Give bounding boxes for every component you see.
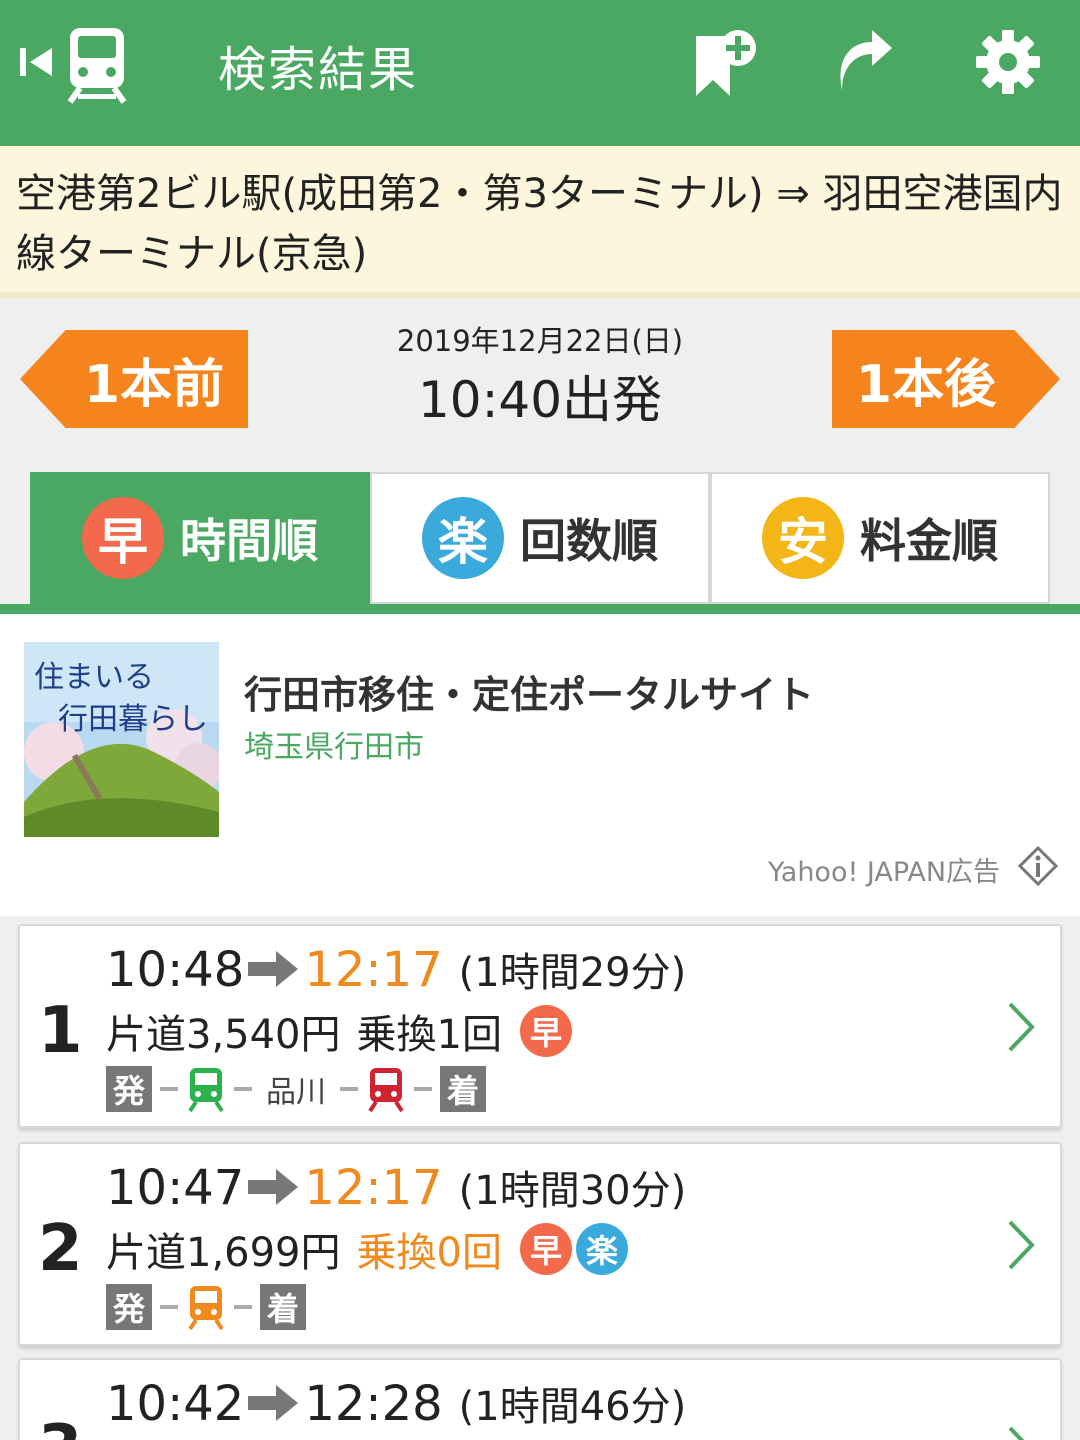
fast-icon: 早 [82, 497, 164, 579]
transfers: 乗換1回 [356, 1012, 502, 1058]
result-rank: 3 [38, 1412, 83, 1440]
arrival-marker: 着 [440, 1066, 486, 1112]
fare: 片道1,699円 [106, 1230, 341, 1276]
train-green-icon [188, 1068, 224, 1112]
chevron-right-icon [1008, 1220, 1035, 1270]
previous-train-button[interactable]: 1本前 [20, 330, 248, 428]
ad-image-text-2: 行田暮らし [58, 702, 208, 737]
fare-row: 片道3,540円 乗換1回 早 [106, 1002, 572, 1060]
tab-label: 時間順 [180, 514, 318, 568]
transfers: 乗換0回 [356, 1230, 502, 1276]
depart-time: 10:42 [106, 1376, 245, 1432]
share-button[interactable] [834, 30, 894, 92]
info-icon[interactable] [1018, 846, 1058, 886]
route-summary: 空港第2ビル駅(成田第2・第3ターミナル) ⇒ 羽田空港国内線ターミナル(京急) [0, 146, 1080, 298]
route-result-card[interactable]: 2 10:47 12:17 (1時間30分) 片道1,699円 乗換0回 早 楽… [18, 1142, 1062, 1346]
tab-label: 料金順 [860, 514, 998, 568]
tab-sort-by-transfers[interactable]: 楽 回数順 [370, 472, 710, 604]
fast-badge-icon: 早 [519, 1223, 572, 1275]
ad-sponsor: 埼玉県行田市 [244, 730, 424, 765]
arrive-time: 12:17 [304, 1160, 443, 1216]
bookmark-add-icon [696, 30, 756, 96]
arrow-right-icon [248, 1169, 299, 1205]
chevron-right-icon [1008, 1002, 1035, 1052]
ad-credit: Yahoo! JAPAN広告 [768, 857, 1001, 888]
arrival-marker: 着 [260, 1284, 306, 1330]
gear-icon [976, 30, 1040, 94]
tab-sort-by-fare[interactable]: 安 料金順 [710, 472, 1050, 604]
cheap-icon: 安 [762, 497, 844, 579]
fare: 片道3,540円 [106, 1012, 341, 1058]
bookmark-add-button[interactable] [694, 28, 758, 98]
page-title: 検索結果 [218, 42, 419, 98]
fare-row: 片道1,699円 乗換0回 早 楽 [106, 1220, 628, 1278]
route-result-card[interactable]: 3 10:42 12:28 (1時間46分) [18, 1358, 1062, 1440]
departure-time: 10:40出発 [417, 371, 663, 429]
departure-marker: 発 [106, 1066, 152, 1112]
next-train-button[interactable]: 1本後 [832, 330, 1060, 428]
transfer-station: 品川 [266, 1075, 326, 1110]
result-times: 10:48 12:17 (1時間29分) [106, 940, 686, 998]
settings-button[interactable] [976, 30, 1040, 94]
result-rank: 2 [38, 1212, 83, 1286]
arrive-time: 12:17 [304, 942, 443, 998]
back-to-start-button[interactable] [18, 44, 54, 80]
easy-icon: 楽 [422, 497, 504, 579]
duration: (1時間30分) [458, 1168, 687, 1214]
duration: (1時間46分) [458, 1384, 687, 1430]
result-times: 10:42 12:28 (1時間46分) [106, 1374, 686, 1432]
tab-sort-by-time[interactable]: 早 時間順 [30, 472, 370, 604]
tab-label: 回数順 [520, 514, 658, 568]
route-diagram: 発 品川 着 [106, 1066, 486, 1112]
easy-badge-icon: 楽 [575, 1223, 628, 1275]
share-icon [840, 30, 892, 90]
app-header: 検索結果 [0, 0, 1080, 146]
ad-title[interactable]: 行田市移住・定住ポータルサイト [244, 664, 814, 719]
train-logo[interactable] [66, 26, 128, 104]
train-icon [67, 28, 127, 104]
departure-marker: 発 [106, 1284, 152, 1330]
chevron-right-icon [1008, 1426, 1025, 1440]
ad-image-text-1: 住まいる [34, 660, 154, 695]
ad-banner[interactable]: 住まいる 行田暮らし 行田市移住・定住ポータルサイト 埼玉県行田市 Yahoo!… [0, 614, 1080, 916]
duration: (1時間29分) [458, 950, 687, 996]
fast-badge-icon: 早 [519, 1005, 572, 1057]
back-to-start-icon [20, 48, 52, 76]
arrow-right-icon [248, 1385, 299, 1421]
route-diagram: 発 着 [106, 1284, 306, 1330]
train-red-icon [368, 1068, 404, 1112]
sort-tabs: 早 時間順 楽 回数順 安 料金順 [30, 472, 1050, 604]
depart-time: 10:47 [106, 1160, 245, 1216]
result-rank: 1 [38, 994, 83, 1068]
search-date: 2019年12月22日(日) [396, 324, 684, 358]
result-times: 10:47 12:17 (1時間30分) [106, 1158, 686, 1216]
ad-image[interactable]: 住まいる 行田暮らし [24, 642, 219, 837]
arrive-time: 12:28 [304, 1376, 443, 1432]
arrow-right-icon [248, 951, 299, 987]
tab-underline [0, 604, 1080, 614]
train-orange-icon [188, 1286, 224, 1330]
route-result-card[interactable]: 1 10:48 12:17 (1時間29分) 片道3,540円 乗換1回 早 発… [18, 924, 1062, 1128]
depart-time: 10:48 [106, 942, 245, 998]
